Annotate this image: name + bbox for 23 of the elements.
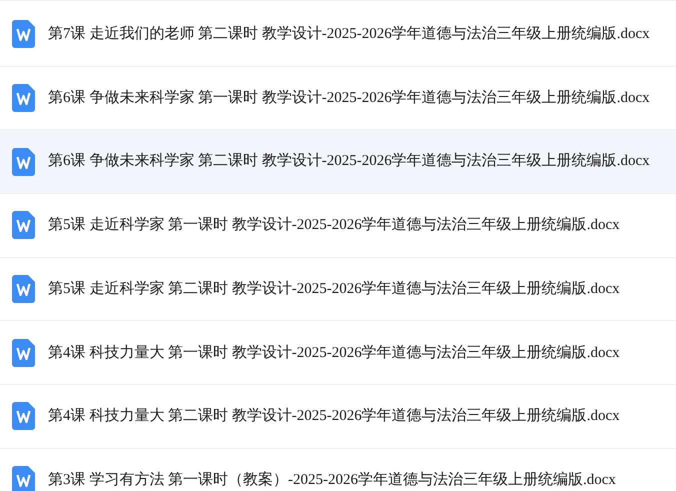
file-name: 第6课 争做未来科学家 第一课时 教学设计-2025-2026学年道德与法治三年级上册统编版.docx <box>48 88 650 108</box>
word-document-icon <box>12 211 35 240</box>
file-row[interactable]: 第3课 学习有方法 第一课时（教案）-2025-2026学年道德与法治三年级上册统编版.docx <box>0 448 676 491</box>
file-row[interactable]: 第4课 科技力量大 第二课时 教学设计-2025-2026学年道德与法治三年级上册统编版.docx <box>0 385 676 449</box>
word-document-icon <box>12 338 35 367</box>
word-document-icon <box>12 84 35 112</box>
word-document-icon <box>12 148 35 176</box>
file-name: 第6课 争做未来科学家 第二课时 教学设计-2025-2026学年道德与法治三年级上册统编版.docx <box>48 151 650 172</box>
file-name: 第3课 学习有方法 第一课时（教案）-2025-2026学年道德与法治三年级上册统编版.docx <box>48 470 616 490</box>
word-document-icon <box>12 275 35 304</box>
word-document-icon <box>12 402 35 430</box>
file-row[interactable]: 第5课 走近科学家 第二课时 教学设计-2025-2026学年道德与法治三年级上册统编版.docx <box>0 258 676 322</box>
file-name: 第4课 科技力量大 第一课时 教学设计-2025-2026学年道德与法治三年级上册统编版.docx <box>48 344 620 363</box>
file-row[interactable]: 第5课 走近科学家 第一课时 教学设计-2025-2026学年道德与法治三年级上册统编版.docx <box>0 194 676 258</box>
file-name: 第4课 科技力量大 第二课时 教学设计-2025-2026学年道德与法治三年级上册统编版.docx <box>48 406 620 426</box>
file-name: 第5课 走近科学家 第一课时 教学设计-2025-2026学年道德与法治三年级上册统编版.docx <box>48 215 620 236</box>
file-row[interactable]: 第4课 科技力量大 第一课时 教学设计-2025-2026学年道德与法治三年级上册统编版.docx <box>0 321 676 386</box>
file-row[interactable]: 第7课 走近我们的老师 第二课时 教学设计-2025-2026学年道德与法治三年级上册统编版.docx <box>0 3 676 67</box>
word-document-icon <box>12 466 35 491</box>
file-name: 第5课 走近科学家 第二课时 教学设计-2025-2026学年道德与法治三年级上册统编版.docx <box>48 279 620 299</box>
file-name: 第7课 走近我们的老师 第二课时 教学设计-2025-2026学年道德与法治三年级上册统编版.docx <box>48 24 650 44</box>
word-document-icon <box>12 20 35 48</box>
file-row[interactable]: 第6课 争做未来科学家 第二课时 教学设计-2025-2026学年道德与法治三年级上册统编版.docx <box>0 130 676 194</box>
